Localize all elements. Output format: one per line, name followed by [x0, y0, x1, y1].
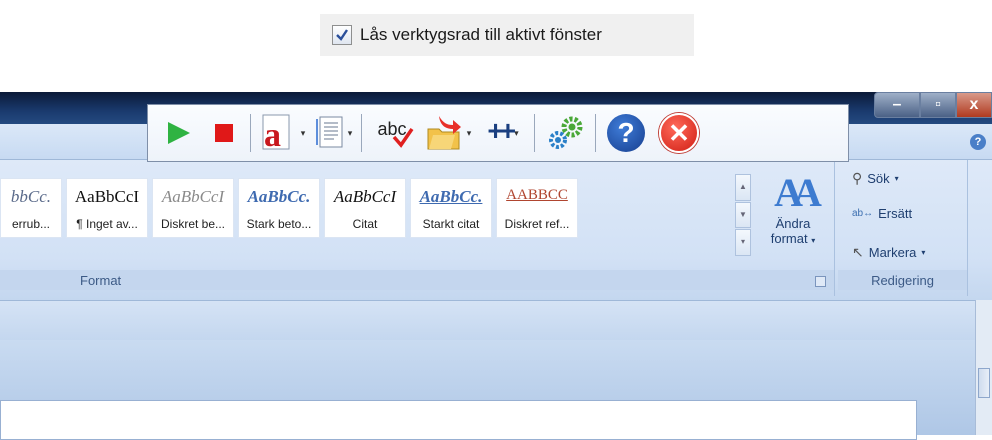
- document-font-icon: a: [262, 114, 290, 153]
- replace-label: Ersätt: [878, 206, 913, 221]
- style-sample: AaBbCc.: [247, 187, 311, 206]
- ribbon: bbCc. errub... AaBbCcI ¶ Inget av... AaBbCcI…: [0, 160, 992, 300]
- lock-toolbar-label: Lås verktygsrad till aktivt fönster: [360, 25, 602, 44]
- gallery-down-button[interactable]: ▼: [735, 201, 751, 229]
- font-button[interactable]: a ▾: [257, 111, 307, 155]
- style-name: Stark beto...: [246, 217, 312, 231]
- binoculars-icon: ⚲: [852, 170, 863, 186]
- style-sample: bbCc.: [10, 187, 52, 206]
- vertical-scrollbar[interactable]: [975, 300, 992, 435]
- folder-arrow-icon: [427, 116, 461, 150]
- minimize-button[interactable]: –: [874, 92, 920, 118]
- change-format-button[interactable]: AA Ändra format ▾: [758, 170, 828, 270]
- editing-group: ⚲ Sök ▾ ab↔ Ersätt ↖ Markera ▾ Redigerin…: [838, 160, 968, 296]
- svg-text:a: a: [264, 117, 281, 153]
- find-button[interactable]: ⚲ Sök ▾: [852, 170, 899, 187]
- stop-button[interactable]: [204, 111, 244, 155]
- gallery-scroll: ▲ ▼ ▾: [735, 174, 751, 257]
- gallery-more-button[interactable]: ▾: [735, 229, 751, 257]
- style-tile[interactable]: AaBbCc. Starkt citat: [410, 178, 492, 238]
- style-tile[interactable]: AaBbCcI Citat: [324, 178, 406, 238]
- chevron-down-icon: ▾: [921, 248, 926, 257]
- replace-button[interactable]: ab↔ Ersätt: [852, 206, 912, 221]
- help-button[interactable]: ?: [602, 111, 650, 155]
- chevron-down-icon: ▾: [514, 127, 519, 138]
- checkmark-icon: [336, 29, 348, 41]
- chevron-down-icon: ▾: [300, 127, 306, 138]
- style-tile[interactable]: AABBCC Diskret ref...: [496, 178, 578, 238]
- stop-icon: [215, 124, 233, 142]
- styles-dialog-launcher[interactable]: [815, 276, 826, 287]
- style-name: Diskret ref...: [504, 217, 570, 231]
- page-layout-button[interactable]: ▾: [311, 111, 355, 155]
- ribbon-help-icon[interactable]: ?: [970, 134, 986, 150]
- style-tile[interactable]: AaBbCcI Diskret be...: [152, 178, 234, 238]
- help-icon: ?: [607, 114, 645, 152]
- settings-button[interactable]: [541, 111, 589, 155]
- page-layout-icon: [315, 116, 343, 148]
- window-controls: – ▫ x: [874, 92, 992, 120]
- style-name: ¶ Inget av...: [76, 217, 138, 231]
- ruler-bar: [0, 300, 975, 340]
- replace-icon: ab↔: [852, 208, 874, 219]
- style-sample: AABBCC: [506, 187, 568, 203]
- style-name: errub...: [11, 217, 50, 231]
- lock-toolbar-checkbox[interactable]: [332, 25, 352, 45]
- add-button[interactable]: ++ ▾: [478, 111, 528, 155]
- chevron-down-icon: ▾: [894, 174, 899, 183]
- style-sample: AaBbCcI: [161, 187, 225, 206]
- find-label: Sök: [867, 171, 890, 186]
- change-format-label-2: format ▾: [770, 231, 816, 246]
- spellcheck-button[interactable]: abc: [368, 111, 416, 155]
- plus-plus-icon: ++: [487, 115, 516, 146]
- style-gallery: bbCc. errub... AaBbCcI ¶ Inget av... AaBbCcI…: [0, 178, 578, 238]
- style-sample: AaBbCcI: [333, 187, 397, 206]
- style-tile[interactable]: bbCc. errub...: [0, 178, 62, 238]
- toolbar-separator: [250, 114, 251, 152]
- play-button[interactable]: [158, 111, 198, 155]
- styles-group-label: Format: [0, 270, 834, 290]
- play-icon: [168, 122, 190, 144]
- style-sample: AaBbCc.: [419, 187, 483, 206]
- toolbar-separator: [595, 114, 596, 152]
- import-button[interactable]: ▾: [422, 111, 474, 155]
- lock-toolbar-option: Lås verktygsrad till aktivt fönster: [320, 14, 694, 56]
- close-toolbar-button[interactable]: ✕: [654, 111, 704, 155]
- editing-group-label: Redigering: [838, 270, 967, 290]
- style-sample: AaBbCcI: [74, 187, 140, 206]
- close-icon: ✕: [659, 113, 699, 153]
- toolbar-separator: [361, 114, 362, 152]
- gallery-up-button[interactable]: ▲: [735, 174, 751, 201]
- floating-toolbar: a ▾ ▾ abc ▾ ++ ▾ ? ✕: [147, 104, 849, 162]
- close-window-button[interactable]: x: [956, 92, 992, 118]
- style-name: Diskret be...: [160, 217, 226, 231]
- select-label: Markera: [868, 245, 917, 260]
- chevron-down-icon: ▾: [347, 127, 353, 138]
- change-styles-icon: AA: [774, 170, 822, 215]
- document-page[interactable]: [0, 400, 917, 440]
- toolbar-separator: [534, 114, 535, 152]
- gears-icon: [549, 116, 583, 149]
- change-format-label-1: Ändra: [775, 216, 811, 231]
- scroll-thumb[interactable]: [978, 368, 990, 398]
- style-name: Citat: [352, 217, 378, 231]
- styles-group: bbCc. errub... AaBbCcI ¶ Inget av... AaBbCcI…: [0, 160, 835, 296]
- select-button[interactable]: ↖ Markera ▾: [852, 244, 925, 261]
- cursor-icon: ↖: [852, 244, 864, 260]
- check-icon: [392, 128, 414, 148]
- maximize-button[interactable]: ▫: [920, 92, 956, 118]
- chevron-down-icon: ▾: [466, 127, 472, 138]
- style-tile[interactable]: AaBbCc. Stark beto...: [238, 178, 320, 238]
- style-name: Starkt citat: [422, 217, 480, 231]
- style-tile[interactable]: AaBbCcI ¶ Inget av...: [66, 178, 148, 238]
